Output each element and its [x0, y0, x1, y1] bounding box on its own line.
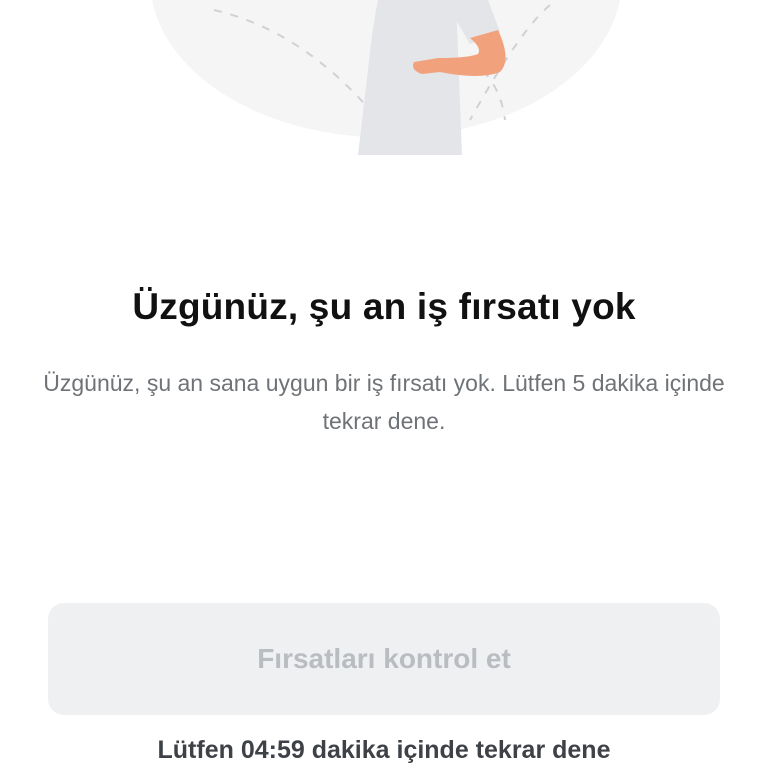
person-illustration: [152, 0, 620, 155]
empty-state-message: Üzgünüz, şu an sana uygun bir iş fırsatı…: [43, 370, 725, 434]
empty-state-title: Üzgünüz, şu an iş fırsatı yok: [132, 286, 636, 327]
no-opportunities-screen: Üzgünüz, şu an iş fırsatı yok Üzgünüz, ş…: [0, 0, 768, 768]
retry-countdown-text: Lütfen 04:59 dakika içinde tekrar dene: [157, 736, 611, 764]
check-opportunities-button[interactable]: Fırsatları kontrol et: [48, 603, 720, 715]
